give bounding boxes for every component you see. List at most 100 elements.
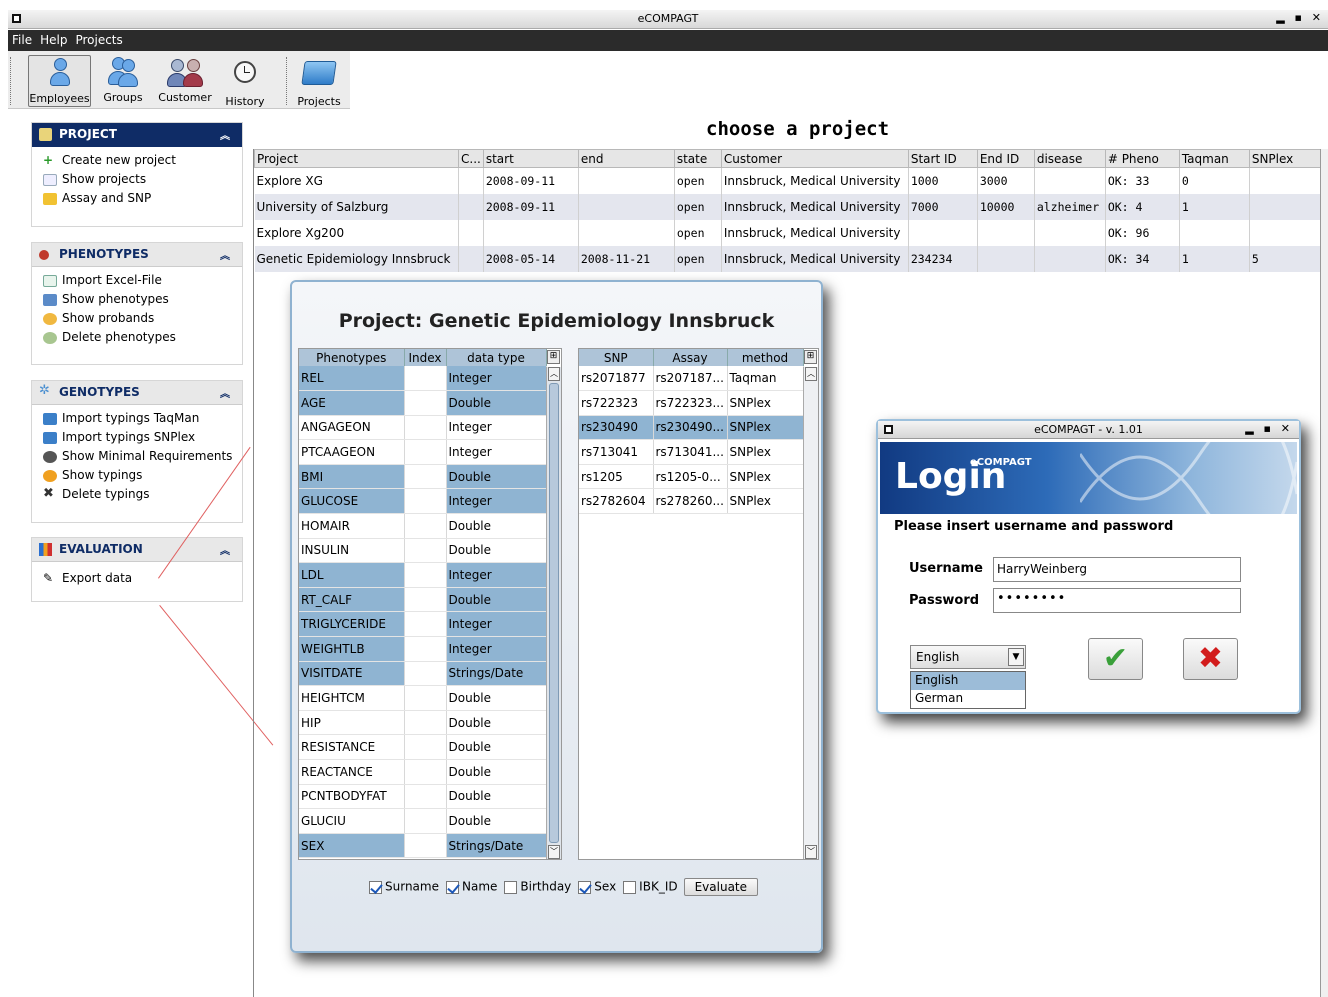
language-select[interactable]: English ▼ xyxy=(910,645,1026,669)
scroll-down-icon[interactable]: ﹀ xyxy=(805,845,817,859)
phenotype-row[interactable]: GLUCIU Double xyxy=(299,808,547,834)
window-controls[interactable]: ▂ ▪ ✕ xyxy=(1245,422,1293,435)
table-row[interactable]: University of Salzburg 2008-09-11 open Inns… xyxy=(254,193,1322,220)
collapse-icon[interactable]: ︽ xyxy=(220,542,230,557)
column-header[interactable]: # Pheno xyxy=(1104,149,1180,168)
assay-and-snp-link[interactable]: Assay and SNP xyxy=(42,191,242,210)
column-header[interactable]: state xyxy=(673,149,722,168)
column-header[interactable]: disease xyxy=(1033,149,1106,168)
phenotype-row[interactable]: WEIGHTLB Integer xyxy=(299,636,547,662)
phenotype-row[interactable]: VISITDATE Strings/Date xyxy=(299,661,547,687)
column-header[interactable]: data type xyxy=(446,349,547,366)
snp-row[interactable]: rs713041 rs713041... SNPlex xyxy=(579,439,804,465)
phenotype-row[interactable]: GLUCOSE Integer xyxy=(299,488,547,515)
column-header[interactable]: Project xyxy=(254,149,459,168)
projects-button[interactable]: Projects xyxy=(294,55,344,108)
phenotype-row[interactable]: PTCAAGEON Integer xyxy=(299,439,547,465)
column-header[interactable]: method xyxy=(727,349,804,366)
menu-projects[interactable]: Projects xyxy=(71,30,126,50)
phenotype-row[interactable]: PCNTBODYFAT Double xyxy=(299,784,547,810)
phenotype-row[interactable]: HOMAIR Double xyxy=(299,513,547,539)
phenotype-row[interactable]: REACTANCE Double xyxy=(299,759,547,785)
snp-scrollbar[interactable]: ︿ ﹀ xyxy=(803,367,818,859)
column-header[interactable]: Assay xyxy=(653,349,728,366)
history-button[interactable]: History xyxy=(222,55,268,108)
evaluation-panel-header[interactable]: EVALUATION ︽ xyxy=(32,538,242,562)
column-header[interactable]: Index xyxy=(404,349,447,366)
collapse-icon[interactable]: ︽ xyxy=(220,385,230,400)
checkbox-ibk-id[interactable] xyxy=(623,880,637,894)
table-row[interactable]: Explore Xg200 open Innsbruck, Medical Univ… xyxy=(254,219,1322,246)
projects-scrollbar[interactable] xyxy=(1320,149,1328,997)
phenotype-row[interactable]: INSULIN Double xyxy=(299,538,547,564)
phenotype-row[interactable]: SEX Strings/Date xyxy=(299,833,547,859)
show-probands-link[interactable]: Show probands xyxy=(42,311,242,330)
delete-typings-link[interactable]: ✖ Delete typings xyxy=(42,486,242,506)
column-header[interactable]: C... xyxy=(458,149,484,168)
phenotype-row[interactable]: HIP Double xyxy=(299,710,547,736)
collapse-icon[interactable]: ︽ xyxy=(220,247,230,262)
menu-file[interactable]: File xyxy=(8,30,36,50)
show-projects-link[interactable]: Show projects xyxy=(42,172,242,191)
login-cancel-button[interactable]: ✖ xyxy=(1183,638,1238,680)
snp-row[interactable]: rs230490 rs230490... SNPlex xyxy=(579,415,804,441)
password-field[interactable]: •••••••• xyxy=(993,588,1241,613)
column-header[interactable]: Customer xyxy=(720,149,909,168)
import-taqman-link[interactable]: Import typings TaqMan xyxy=(42,411,242,430)
scroll-thumb[interactable] xyxy=(549,383,559,843)
collapse-icon[interactable]: ︽ xyxy=(220,127,230,142)
phenotype-row[interactable]: RESISTANCE Double xyxy=(299,734,547,760)
employees-button[interactable]: Employees xyxy=(28,55,91,107)
customer-button[interactable]: Customer xyxy=(155,55,215,107)
scroll-down-icon[interactable]: ﹀ xyxy=(548,845,560,859)
phenotype-row[interactable]: AGE Double xyxy=(299,390,547,416)
phenotype-row[interactable]: REL Integer xyxy=(299,366,547,392)
language-option-english[interactable]: English xyxy=(911,672,1025,690)
create-new-project-link[interactable]: + Create new project xyxy=(42,153,242,172)
column-header[interactable]: SNPlex xyxy=(1248,149,1322,168)
checkbox-name[interactable] xyxy=(445,880,459,894)
phenotypes-scrollbar[interactable]: ︿ ﹀ xyxy=(546,367,561,859)
snp-row[interactable]: rs2782604 rs278260... SNPlex xyxy=(579,488,804,515)
column-header[interactable]: End ID xyxy=(976,149,1035,168)
phenotype-row[interactable]: RT_CALF Double xyxy=(299,587,547,613)
phenotype-row[interactable]: HEIGHTCM Double xyxy=(299,685,547,711)
delete-phenotypes-link[interactable]: Delete phenotypes xyxy=(42,330,242,349)
snp-row[interactable]: rs722323 rs722323... SNPlex xyxy=(579,390,804,416)
scroll-up-icon[interactable]: ︿ xyxy=(805,367,817,381)
menu-help[interactable]: Help xyxy=(36,30,71,50)
column-chooser-icon[interactable]: ⊞ xyxy=(547,350,560,364)
groups-button[interactable]: Groups xyxy=(100,55,146,107)
table-row[interactable]: Explore XG 2008-09-11 open Innsbruck, Medic… xyxy=(254,167,1322,194)
table-row[interactable]: Genetic Epidemiology Innsbruck 2008-05-14… xyxy=(254,245,1322,272)
column-header[interactable]: Start ID xyxy=(907,149,978,168)
phenotype-row[interactable]: TRIGLYCERIDE Integer xyxy=(299,611,547,638)
column-header[interactable]: start xyxy=(482,149,579,168)
column-header[interactable]: Taqman xyxy=(1178,149,1250,168)
snp-row[interactable]: rs2071877 rs207187... Taqman xyxy=(579,366,804,392)
checkbox-birthday[interactable] xyxy=(504,880,518,894)
username-field[interactable]: HarryWeinberg xyxy=(993,557,1241,582)
genotypes-panel-header[interactable]: ✲ GENOTYPES ︽ xyxy=(32,381,242,405)
checkbox-sex[interactable] xyxy=(578,880,592,894)
column-chooser-icon[interactable]: ⊞ xyxy=(804,350,817,364)
phenotype-row[interactable]: BMI Double xyxy=(299,464,547,490)
phenotype-row[interactable]: ANGAGEON Integer xyxy=(299,415,547,441)
show-phenotypes-link[interactable]: Show phenotypes xyxy=(42,292,242,311)
show-typings-link[interactable]: Show typings xyxy=(42,468,242,487)
import-excel-link[interactable]: Import Excel-File xyxy=(42,273,242,292)
login-ok-button[interactable]: ✔ xyxy=(1088,638,1143,680)
chevron-down-icon[interactable]: ▼ xyxy=(1008,648,1024,666)
phenotype-row[interactable]: LDL Integer xyxy=(299,562,547,588)
scroll-up-icon[interactable]: ︿ xyxy=(548,367,560,381)
window-controls[interactable]: ▂ ▪ ✕ xyxy=(1276,11,1324,24)
export-data-link[interactable]: ✎ Export data xyxy=(42,571,242,590)
phenotypes-panel-header[interactable]: PHENOTYPES ︽ xyxy=(32,243,242,267)
column-header[interactable]: SNP xyxy=(579,349,654,366)
project-panel-header[interactable]: PROJECT ︽ xyxy=(32,123,242,147)
import-snplex-link[interactable]: Import typings SNPlex xyxy=(42,430,242,449)
column-header[interactable]: end xyxy=(577,149,675,168)
snp-row[interactable]: rs1205 rs1205-0... SNPlex xyxy=(579,464,804,490)
show-minimal-requirements-link[interactable]: Show Minimal Requirements xyxy=(42,449,242,468)
window-menu-icon[interactable] xyxy=(884,425,893,434)
